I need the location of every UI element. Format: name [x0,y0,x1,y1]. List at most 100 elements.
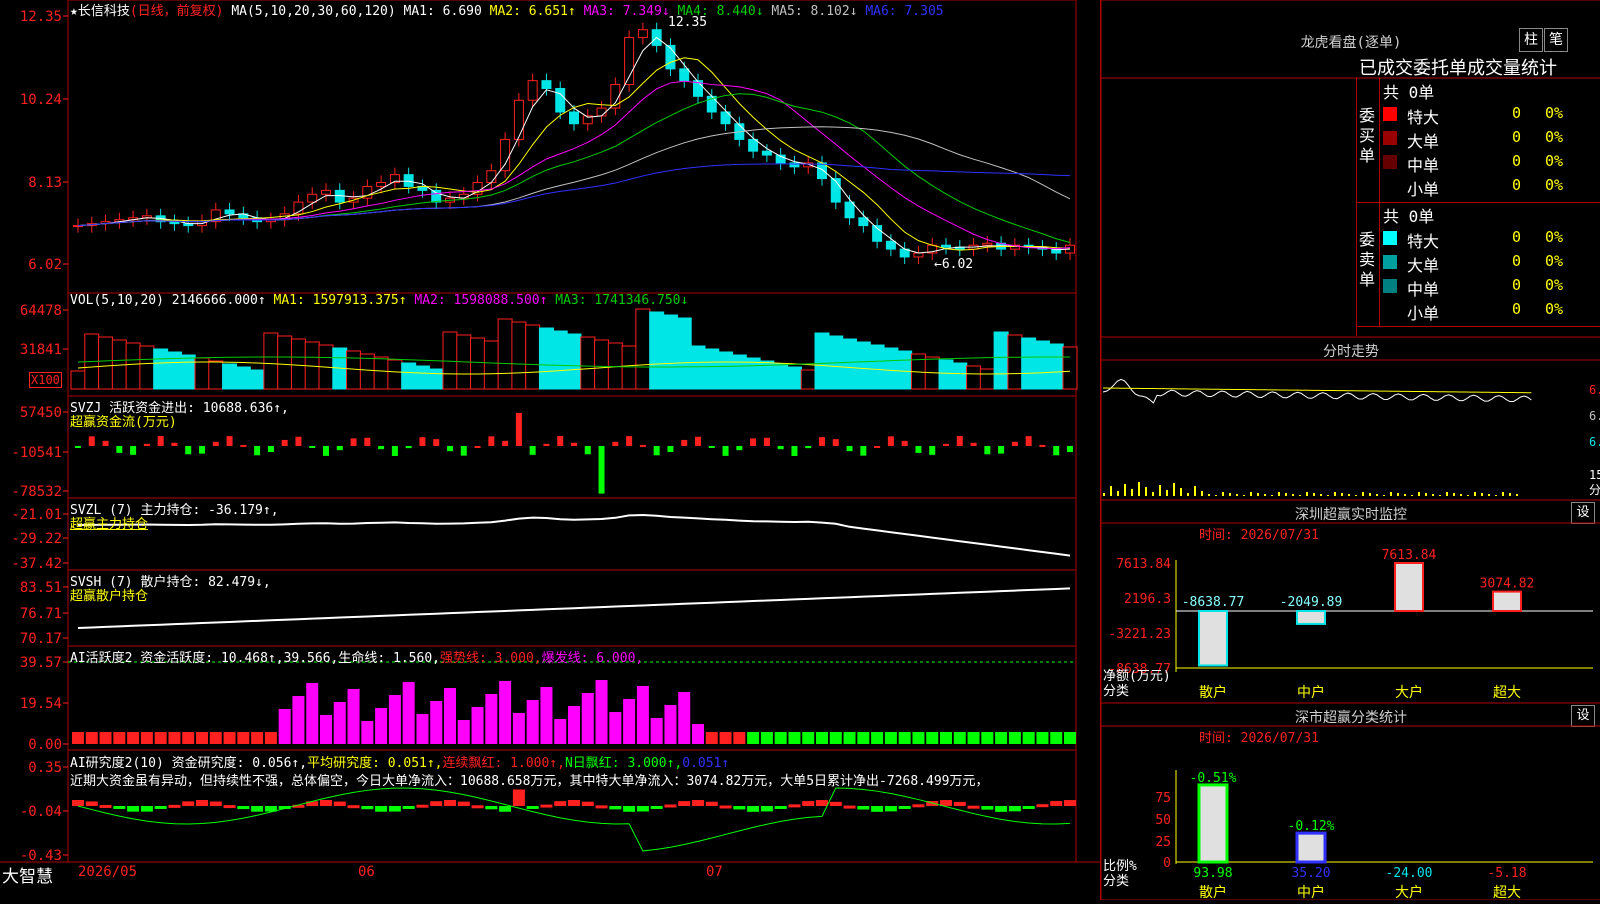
order-qty: 0 [1512,128,1522,146]
intraday-avg-line [1102,387,1532,394]
y-axis-tick: 70.17 [20,631,62,647]
buy-side-label: 委买单 [1359,106,1376,165]
legend-swatch [1383,231,1397,245]
bar-view-button[interactable]: 柱 [1519,28,1543,52]
activity-bar [554,719,567,744]
legend-swatch [1383,279,1397,293]
research-bar [72,800,84,806]
y-axis-tick: 12.35 [20,9,62,25]
order-type-label: 特大 [1407,108,1440,127]
candle-body [500,138,511,172]
monitor-value-label: 3074.82 [1480,577,1535,592]
fund-flow-bar [598,446,605,494]
research-bar [430,801,443,806]
volume-bar [1062,346,1078,390]
fund-flow-bar [1011,441,1018,446]
research-bar [995,806,1008,812]
fund-flow-bar [832,439,839,446]
fund-flow-bar [502,440,509,446]
intraday-volume-bar [1285,493,1287,496]
research-bar [678,801,691,806]
vol-ma3: MA3: 1741346.750↓ [555,293,689,308]
activity-bar [168,732,181,744]
fund-flow-bar [474,445,481,448]
fund-flow-bar [240,444,247,447]
ma2-value: MA2: 6.651↑ [489,4,576,19]
tick-view-button[interactable]: 笔 [1544,28,1568,52]
fund-flow-bar [199,446,205,454]
activity-bar [581,693,594,744]
fund-flow-bar [612,441,619,446]
intraday-price-tick: 6.41 [1589,409,1600,423]
intraday-volume-bar [1103,493,1105,496]
classify-settings-button[interactable]: 设 [1571,705,1595,727]
intraday-volume-bar [1516,494,1518,496]
order-type-label: 小单 [1407,304,1440,323]
activity-bar [898,732,911,744]
vol-ma1: MA1: 1597913.375↑ [273,293,407,308]
intraday-volume-bar [1180,488,1182,496]
activity-bar [595,680,608,744]
intraday-volume-bar [1271,495,1273,496]
favorite-star-icon[interactable]: ★ [70,4,78,19]
volume-bar [1007,334,1023,390]
research-bar [113,806,126,810]
research-bar [802,801,815,806]
intraday-volume-bar [1159,485,1161,496]
candle-body [913,252,924,258]
order-pct: 0% [1545,276,1564,294]
candle-body [637,29,648,39]
candle-body [541,80,552,89]
intraday-volume-bar [1229,493,1231,496]
legend-swatch [1383,303,1397,317]
monitor-settings-button[interactable]: 设 [1571,502,1595,524]
fund-flow-bar [102,440,109,446]
period-mode[interactable]: (日线，前复权) [130,4,224,19]
research-bar [416,804,429,808]
y-axis-tick: 31841 [20,342,62,358]
fund-flow-bar [1039,444,1046,447]
volume-bar [938,359,954,390]
volume-bar [470,337,486,390]
volume-bar [1048,343,1064,390]
activity-bar [1064,732,1076,744]
fund-flow-bar [915,446,922,453]
research-bar [774,806,787,809]
monitor-bar [1394,562,1424,612]
main-chart-area[interactable]: 12.35 10.24 8.13 6.02 64478 31841 57450 -10541 -… [0,0,1100,900]
fund-flow-bar [557,436,564,446]
intraday-volume-bar [1404,494,1406,496]
monitor-value-label: 7613.84 [1382,548,1437,563]
activity-bar [347,689,360,744]
y-axis-tick: -10541 [11,445,62,461]
activity-bar [499,681,512,744]
y-axis-tick: -78532 [11,484,62,500]
classify-y-tick: 25 [1155,835,1171,850]
research-bar [747,806,760,812]
volume-bar [153,348,169,390]
activity-bar [692,724,704,744]
fund-flow-bar [584,446,591,455]
intraday-volume-bar [1432,494,1434,496]
fund-flow-bar [171,442,178,446]
activity-bar [251,732,264,744]
sell-block: 委卖单共 0单 特大 0 0% 大单 0 0% 中单 0 0% 小单 0 0% [1357,202,1600,327]
ai1-strong: 强势线: 3.000, [439,651,542,666]
research-bar [388,806,401,812]
volume-bar [525,324,541,390]
fund-flow-bar [226,436,233,446]
activity-bar [636,686,649,744]
intraday-volume-bar [1446,492,1448,496]
y-axis-tick: -29.22 [11,531,62,547]
research-bar [554,801,567,806]
intraday-volume-tick: 15694 [1589,468,1600,482]
svzj-subtitle: 超赢资金流(万元) [70,415,177,430]
activity-bar [678,692,691,744]
vol-value: 2146666.000↑ [171,293,266,308]
volume-bar [621,345,637,390]
candle-body [679,68,690,82]
activity-bar [361,721,374,744]
intraday-volume-bar [1376,494,1378,496]
activity-bar [857,732,870,744]
y-axis-tick: 57450 [20,405,62,421]
